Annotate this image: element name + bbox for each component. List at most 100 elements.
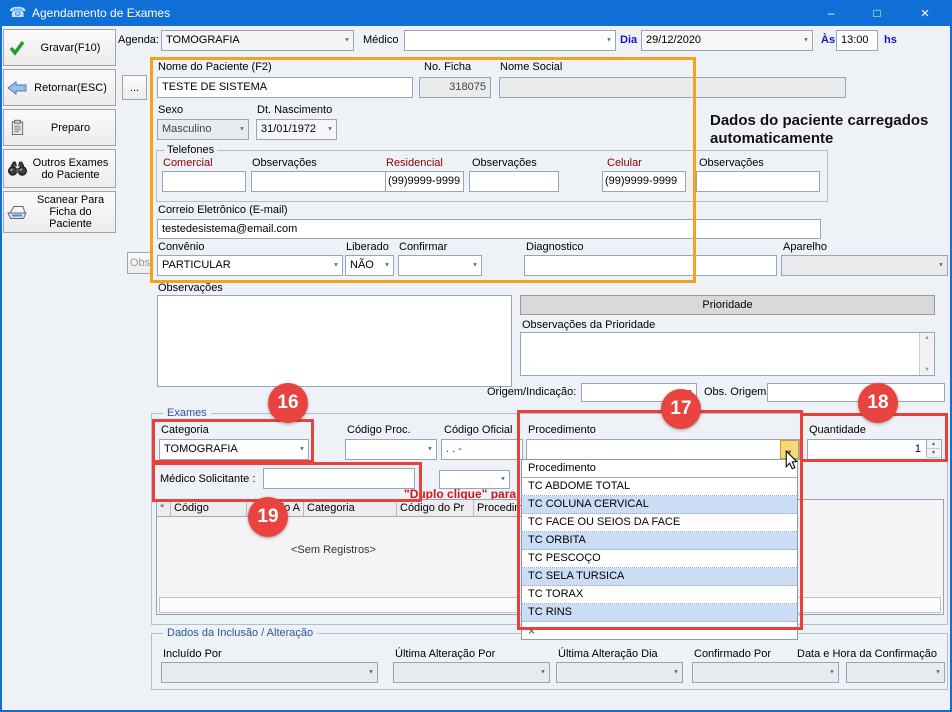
- app-window: ☎ Agendamento de Exames – □ × Gravar(F10…: [0, 0, 952, 712]
- clipboard-icon: [4, 119, 30, 136]
- incluido-por-combo: ▼: [161, 662, 378, 683]
- nome-social-field[interactable]: [499, 77, 846, 98]
- celular-label: Celular: [607, 157, 642, 170]
- minimize-icon: –: [828, 6, 835, 20]
- obs-origem-field[interactable]: [767, 383, 945, 402]
- obs-button[interactable]: Obs: [127, 252, 153, 274]
- diagnostico-label: Diagnostico: [526, 241, 583, 254]
- obs3-label: Observações: [699, 157, 764, 170]
- dropdown-item[interactable]: TC ORBITA: [522, 532, 797, 550]
- convenio-combo[interactable]: PARTICULAR▼: [157, 255, 343, 276]
- dropdown-item[interactable]: TC SELA TURSICA: [522, 568, 797, 586]
- retornar-button[interactable]: Retornar(ESC): [3, 69, 116, 106]
- liberado-combo[interactable]: NÃO▼: [345, 255, 394, 276]
- grid-indicator-header[interactable]: *: [157, 500, 171, 517]
- medico-solicitante-field[interactable]: [263, 468, 415, 489]
- residencial-label: Residencial: [386, 157, 443, 170]
- gravar-label: Gravar(F10): [30, 42, 115, 54]
- categoria-combo[interactable]: TOMOGRAFIA▼: [159, 439, 309, 460]
- grid-column-codigo[interactable]: Código: [171, 500, 247, 517]
- dropdown-item[interactable]: TC FACE OU SEIOS DA FACE: [522, 514, 797, 532]
- minimize-button[interactable]: –: [808, 0, 854, 26]
- sexo-combo[interactable]: Masculino▼: [157, 119, 249, 140]
- outros-exames-button[interactable]: Outros Exames do Paciente: [3, 149, 116, 188]
- time-field[interactable]: 13:00: [836, 30, 878, 51]
- celular-field[interactable]: (99)9999-9999: [602, 171, 686, 192]
- quantidade-label: Quantidade: [809, 424, 866, 437]
- gravar-button[interactable]: Gravar(F10): [3, 29, 116, 66]
- medico-combo[interactable]: ▼: [404, 30, 616, 51]
- origem-label: Origem/Indicação:: [487, 386, 576, 399]
- chevron-down-icon: ▼: [935, 665, 941, 680]
- diagnostico-field[interactable]: [524, 255, 777, 276]
- annotation-text: Dados do paciente carregados automaticam…: [710, 112, 935, 148]
- nascimento-label: Dt. Nascimento: [257, 104, 332, 117]
- agenda-combo[interactable]: TOMOGRAFIA▼: [161, 30, 354, 51]
- data-hora-confirmacao-combo: ▼: [846, 662, 945, 683]
- mouse-cursor: [785, 450, 799, 475]
- liberado-label: Liberado: [346, 241, 389, 254]
- retornar-label: Retornar(ESC): [30, 82, 115, 94]
- convenio-label: Convênio: [158, 241, 204, 254]
- chevron-down-icon: ▼: [299, 442, 305, 457]
- obs3-field[interactable]: [696, 171, 820, 192]
- procedimento-combo[interactable]: [526, 439, 800, 460]
- confirmar-combo[interactable]: ▼: [398, 255, 482, 276]
- dropdown-item[interactable]: TC PESCOÇO: [522, 550, 797, 568]
- chevron-down-icon: ▼: [239, 122, 245, 137]
- hs-label: hs: [884, 34, 897, 47]
- agenda-label: Agenda:: [118, 34, 159, 47]
- obs1-label: Observações: [252, 157, 317, 170]
- dropdown-item[interactable]: TC TORAX: [522, 586, 797, 604]
- badge-17: 17: [661, 389, 701, 429]
- codigo-oficial-field[interactable]: . . -: [441, 439, 523, 460]
- grid-column-codigo-pro[interactable]: Código do Pr: [397, 500, 474, 517]
- comercial-label: Comercial: [163, 157, 213, 170]
- obs2-field[interactable]: [469, 171, 559, 192]
- dropdown-close-icon[interactable]: ×: [528, 624, 535, 638]
- aparelho-combo: ▼: [781, 255, 948, 276]
- obs2-label: Observações: [472, 157, 537, 170]
- confirmar-label: Confirmar: [399, 241, 447, 254]
- chevron-down-icon: ▼: [327, 122, 333, 137]
- dropdown-item[interactable]: TC COLUNA CERVICAL: [522, 496, 797, 514]
- spin-down-icon: ▼: [927, 449, 940, 458]
- confirmado-por-label: Confirmado Por: [694, 648, 771, 661]
- badge-16: 16: [268, 383, 308, 423]
- more-button[interactable]: ...: [122, 75, 147, 100]
- maximize-button[interactable]: □: [854, 0, 900, 26]
- procedimento-dropdown-popup: Procedimento TC ABDOME TOTAL TC COLUNA C…: [521, 459, 798, 640]
- scanear-button[interactable]: Scanear Para Ficha do Paciente: [3, 191, 116, 233]
- medico-solicitante-label: Médico Solicitante :: [160, 473, 255, 486]
- prioridade-obs-textarea[interactable]: [520, 332, 935, 376]
- observacoes-textarea[interactable]: [157, 295, 512, 387]
- chevron-down-icon: ▼: [673, 665, 679, 680]
- obs-button-label: Obs: [128, 257, 152, 269]
- chevron-down-icon: ▼: [472, 258, 478, 273]
- dropdown-item[interactable]: TC RINS: [522, 604, 797, 622]
- medico-label: Médico: [363, 34, 398, 47]
- grid-column-categoria[interactable]: Categoria: [304, 500, 397, 517]
- obs1-field[interactable]: [251, 171, 391, 192]
- residencial-field[interactable]: (99)9999-9999: [385, 171, 464, 192]
- dropdown-item[interactable]: TC ABDOME TOTAL: [522, 478, 797, 496]
- email-field[interactable]: testedesistema@email.com: [157, 219, 821, 239]
- codigo-proc-combo[interactable]: ▼: [345, 439, 437, 460]
- outros-exames-label: Outros Exames do Paciente: [30, 157, 115, 181]
- ultima-alteracao-por-combo: ▼: [393, 662, 550, 683]
- chevron-down-icon: ▼: [829, 665, 835, 680]
- confirmado-por-combo: ▼: [692, 662, 839, 683]
- chevron-down-icon: ▼: [344, 33, 350, 48]
- nome-paciente-field[interactable]: TESTE DE SISTEMA: [157, 77, 413, 98]
- comercial-field[interactable]: [162, 171, 246, 192]
- close-button[interactable]: ×: [900, 0, 950, 26]
- preparo-button[interactable]: Preparo: [3, 109, 116, 146]
- quantidade-spinner[interactable]: 1: [807, 439, 942, 460]
- nascimento-combo[interactable]: 31/01/1972▼: [256, 119, 337, 140]
- prioridade-header[interactable]: Prioridade: [520, 295, 935, 315]
- chevron-down-icon: ▼: [606, 33, 612, 48]
- dia-combo[interactable]: 29/12/2020▼: [641, 30, 813, 51]
- prioridade-scrollbar[interactable]: ▲ ▼: [919, 333, 934, 375]
- quantidade-spin-buttons[interactable]: ▲▼: [926, 440, 940, 457]
- nome-social-label: Nome Social: [500, 61, 562, 74]
